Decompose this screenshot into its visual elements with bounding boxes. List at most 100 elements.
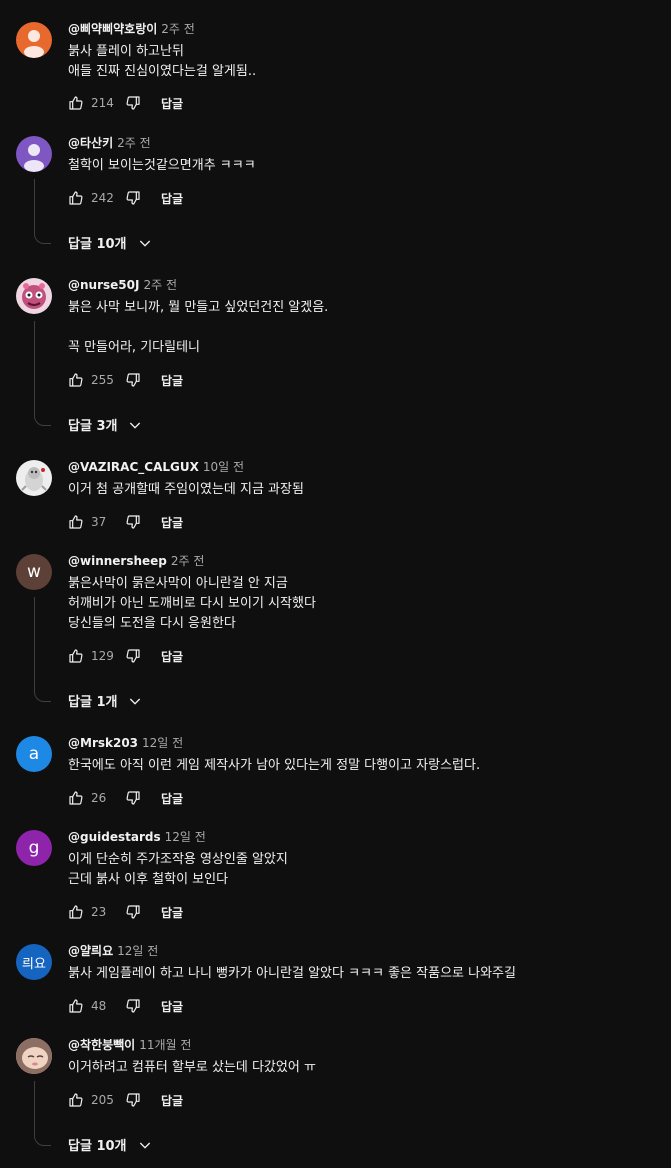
like-icon[interactable]	[68, 998, 84, 1014]
comment-time[interactable]: 2주 전	[161, 22, 195, 36]
comment-header: @winnersheep 2주 전	[68, 553, 204, 570]
replies-count[interactable]: 답글 10개	[68, 233, 127, 252]
comment-header: @nurse50J 2주 전	[68, 277, 177, 294]
comment-line: 붉사 게임플레이 하고 나니 뻥카가 아니란걸 알았다 ㅋㅋㅋ 좋은 작품으로 …	[68, 966, 516, 981]
like-icon[interactable]	[68, 790, 84, 806]
dislike-icon[interactable]	[125, 372, 141, 388]
comment-author[interactable]: @착한붕빽이	[68, 1038, 135, 1052]
reply-button[interactable]: 답글	[161, 998, 183, 1015]
reply-button[interactable]: 답글	[161, 648, 183, 665]
replies-count[interactable]: 답글 3개	[68, 415, 117, 434]
dislike-icon[interactable]	[125, 1092, 141, 1108]
dislike-icon[interactable]	[125, 95, 141, 111]
comment-header: @착한붕빽이 11개월 전	[68, 1037, 191, 1054]
comment-time[interactable]: 2주 전	[117, 136, 151, 150]
comment-time[interactable]: 12일 전	[165, 830, 206, 844]
comment-line: 애들 진짜 진심이였다는걸 알게됨..	[68, 64, 257, 79]
reply-button[interactable]: 답글	[161, 790, 183, 807]
comment-author[interactable]: @nurse50J	[68, 278, 139, 292]
avatar-letter: a	[28, 744, 40, 764]
comment-text: 이게 단순히 주가조작용 영상인줄 알았지 근데 붉사 이후 철학이 보인다	[68, 850, 288, 890]
comment-actions: 242 답글	[68, 188, 183, 208]
comment-author[interactable]: @Mrsk203	[68, 736, 138, 750]
comment-header: @타산키 2주 전	[68, 135, 151, 152]
like-count: 255	[91, 373, 114, 387]
comment-actions: 23 답글	[68, 902, 183, 922]
character-avatar-icon	[21, 467, 47, 491]
comment-time[interactable]: 10일 전	[203, 460, 244, 474]
comment-time[interactable]: 12일 전	[142, 736, 183, 750]
comment-author[interactable]: @winnersheep	[68, 554, 167, 568]
like-count: 242	[91, 191, 114, 205]
reply-button[interactable]: 답글	[161, 95, 183, 112]
comment-line: 허깨비가 아닌 도깨비로 다시 보이기 시작했다	[68, 596, 316, 611]
avatar[interactable]: a	[16, 736, 52, 772]
avatar[interactable]	[16, 136, 52, 172]
comment-author[interactable]: @얄릐요	[68, 944, 113, 958]
avatar[interactable]: 릐요	[16, 944, 52, 980]
like-icon[interactable]	[68, 514, 84, 530]
dislike-icon[interactable]	[125, 904, 141, 920]
comment-actions: 255 답글	[68, 370, 183, 390]
reply-button[interactable]: 답글	[161, 190, 183, 207]
comment-text: 이거 첨 공개할때 주임이였는데 지금 과장됨	[68, 480, 304, 500]
comment-time[interactable]: 11개월 전	[139, 1038, 191, 1052]
avatar[interactable]	[16, 1038, 52, 1074]
comment-line	[68, 318, 328, 338]
comment-time[interactable]: 2주 전	[143, 278, 177, 292]
reply-button[interactable]: 답글	[161, 372, 183, 389]
avatar[interactable]: w	[16, 554, 52, 590]
comment-header: @guidestards 12일 전	[68, 829, 206, 846]
avatar-letter: w	[27, 562, 41, 582]
avatar[interactable]: g	[16, 830, 52, 866]
thread-connector	[34, 1081, 51, 1146]
comment-line: 꼭 만들어라, 기다릴테니	[68, 340, 200, 355]
avatar[interactable]	[16, 460, 52, 496]
comment-line: 근데 붉사 이후 철학이 보인다	[68, 872, 229, 887]
comment-actions: 214 답글	[68, 93, 183, 113]
comment-author[interactable]: @VAZIRAC_CALGUX	[68, 460, 199, 474]
reply-button[interactable]: 답글	[161, 904, 183, 921]
like-icon[interactable]	[68, 190, 84, 206]
comment-actions: 205 답글	[68, 1090, 183, 1110]
dislike-icon[interactable]	[125, 790, 141, 806]
comment-author[interactable]: @guidestards	[68, 830, 161, 844]
character-avatar-icon	[22, 283, 46, 309]
like-count: 48	[91, 999, 107, 1013]
comment-line: 붉은사막이 묽은사막이 아니란걸 안 지금	[68, 576, 288, 591]
comment-text: 붉사 게임플레이 하고 나니 뻥카가 아니란걸 알았다 ㅋㅋㅋ 좋은 작품으로 …	[68, 964, 516, 984]
like-icon[interactable]	[68, 904, 84, 920]
chevron-down-icon	[139, 1142, 150, 1149]
view-replies-button[interactable]: 답글 10개	[68, 233, 153, 252]
comment-time[interactable]: 2주 전	[171, 554, 205, 568]
like-icon[interactable]	[68, 1092, 84, 1108]
reply-button[interactable]: 답글	[161, 514, 183, 531]
like-icon[interactable]	[68, 372, 84, 388]
like-icon[interactable]	[68, 648, 84, 664]
avatar[interactable]	[16, 278, 52, 314]
thread-connector	[34, 179, 51, 244]
comment-author[interactable]: @삐약삐약호랑이	[68, 22, 157, 36]
comment-line: 이게 단순히 주가조작용 영상인줄 알았지	[68, 852, 288, 867]
like-icon[interactable]	[68, 95, 84, 111]
comment-text: 철학이 보이는것같으면개추 ㅋㅋㅋ	[68, 156, 256, 176]
comment-header: @삐약삐약호랑이 2주 전	[68, 21, 195, 38]
view-replies-button[interactable]: 답글 3개	[68, 415, 143, 434]
like-count: 129	[91, 649, 114, 663]
replies-count[interactable]: 답글 1개	[68, 691, 117, 710]
dislike-icon[interactable]	[125, 514, 141, 530]
avatar-letter: g	[28, 838, 40, 858]
reply-button[interactable]: 답글	[161, 1092, 183, 1109]
view-replies-button[interactable]: 답글 10개	[68, 1135, 153, 1154]
comment-text: 붉은사막이 묽은사막이 아니란걸 안 지금 허깨비가 아닌 도깨비로 다시 보이…	[68, 574, 316, 634]
dislike-icon[interactable]	[125, 190, 141, 206]
dislike-icon[interactable]	[125, 648, 141, 664]
replies-count[interactable]: 답글 10개	[68, 1135, 127, 1154]
avatar[interactable]	[16, 22, 52, 58]
view-replies-button[interactable]: 답글 1개	[68, 691, 143, 710]
dislike-icon[interactable]	[125, 998, 141, 1014]
comment-author[interactable]: @타산키	[68, 136, 113, 150]
comment-time[interactable]: 12일 전	[117, 944, 158, 958]
like-count: 23	[91, 905, 107, 919]
like-count: 205	[91, 1093, 114, 1107]
